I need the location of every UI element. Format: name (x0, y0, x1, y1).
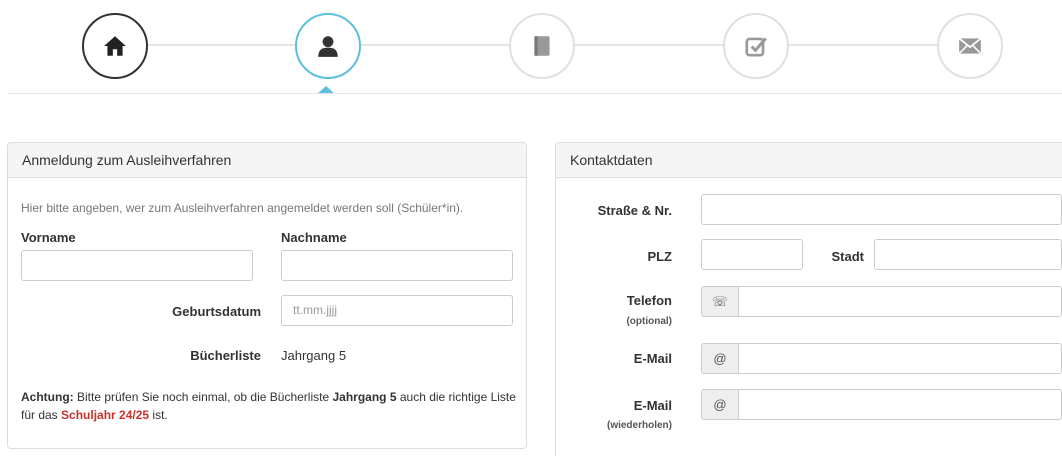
street-label: Straße & Nr. (597, 203, 672, 218)
email-repeat-input[interactable] (738, 389, 1062, 420)
step-student[interactable] (295, 13, 361, 79)
at-icon: @ (713, 397, 727, 412)
first-name-input[interactable] (21, 250, 253, 281)
user-icon (318, 36, 338, 57)
email-input[interactable] (738, 343, 1062, 374)
notice-text-3: ist. (149, 408, 168, 422)
email-repeat-note: (wiederholen) (606, 420, 672, 431)
wizard-steps (0, 0, 1062, 96)
first-name-label: Vorname (21, 230, 76, 245)
phone-input[interactable] (738, 286, 1062, 317)
registration-panel: Anmeldung zum Ausleihverfahren Hier bitt… (7, 142, 527, 449)
home-icon (104, 36, 126, 56)
notice-text-1: Bitte prüfen Sie noch einmal, ob die Büc… (73, 390, 333, 404)
email-label: E-Mail (633, 351, 672, 366)
phone-icon: ☏ (711, 293, 729, 309)
notice-school-year: Schuljahr 24/25 (61, 408, 150, 422)
at-icon: @ (713, 351, 727, 366)
last-name-input[interactable] (281, 250, 513, 281)
step-review[interactable] (723, 13, 789, 79)
booklist-label: Bücherliste (190, 348, 261, 363)
envelope-icon (958, 37, 982, 55)
step-books[interactable] (509, 13, 575, 79)
contact-panel-title: Kontaktdaten (556, 143, 1062, 178)
birthdate-input[interactable]: tt.mm.jjjj (281, 295, 513, 326)
city-input[interactable] (874, 239, 1062, 270)
step-send[interactable] (937, 13, 1003, 79)
check-square-icon (745, 37, 767, 57)
wizard-divider (8, 93, 1062, 94)
phone-addon: ☏ (701, 286, 738, 317)
zip-input[interactable] (701, 239, 803, 270)
email-repeat-addon: @ (701, 389, 738, 420)
birthdate-label: Geburtsdatum (172, 304, 261, 319)
phone-optional-note: (optional) (626, 316, 672, 327)
contact-panel: Kontaktdaten Straße & Nr. PLZ Stadt Tele… (555, 142, 1062, 456)
phone-label: Telefon (626, 293, 672, 308)
registration-hint: Hier bitte angeben, wer zum Ausleihverfa… (21, 201, 464, 215)
street-input[interactable] (701, 194, 1062, 225)
email-addon: @ (701, 343, 738, 374)
registration-panel-title: Anmeldung zum Ausleihverfahren (8, 143, 526, 178)
booklist-notice: Achtung: Bitte prüfen Sie noch einmal, o… (21, 388, 516, 424)
book-icon (534, 36, 550, 56)
last-name-label: Nachname (281, 230, 347, 245)
step-home[interactable] (82, 13, 148, 79)
city-label: Stadt (831, 249, 865, 264)
booklist-value: Jahrgang 5 (281, 348, 347, 363)
notice-grade: Jahrgang 5 (332, 390, 397, 404)
email-repeat-label: E-Mail (633, 398, 672, 413)
zip-label: PLZ (647, 249, 672, 264)
notice-prefix: Achtung: (21, 390, 74, 404)
